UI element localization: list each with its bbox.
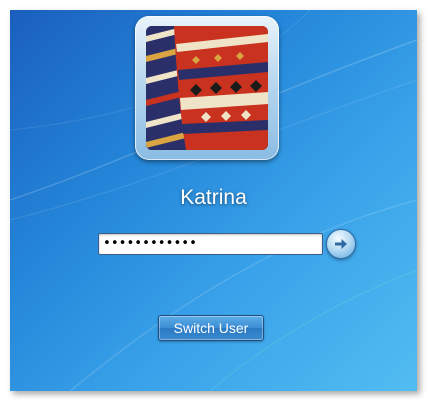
avatar-image — [146, 26, 268, 150]
switch-user-button[interactable]: Switch User — [158, 315, 264, 341]
password-row — [98, 232, 323, 255]
user-name: Katrina — [180, 186, 247, 209]
submit-arrow-button[interactable] — [326, 229, 356, 259]
user-tile — [135, 16, 279, 160]
arrow-right-icon — [335, 239, 347, 249]
password-field[interactable] — [98, 232, 323, 255]
avatar — [146, 26, 268, 150]
